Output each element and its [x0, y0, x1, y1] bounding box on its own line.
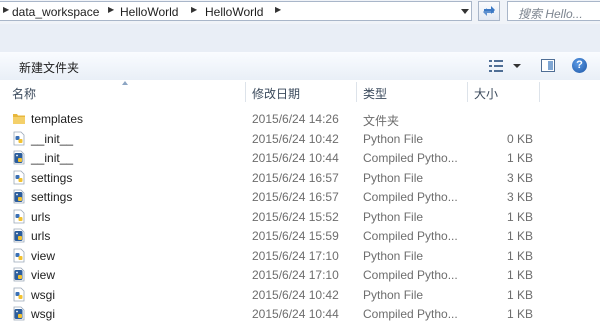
column-divider[interactable] — [245, 82, 246, 102]
file-size: 1 KB — [506, 248, 533, 263]
file-type: Python File — [363, 248, 424, 263]
breadcrumb-separator-icon[interactable]: ▶ — [275, 5, 281, 14]
compiled-python-icon — [12, 150, 26, 165]
file-row[interactable]: wsgi 2015/6/24 10:44 Compiled Pytho... 1 KB — [0, 304, 600, 323]
file-size: 1 KB — [506, 151, 533, 165]
column-header-type[interactable]: 类型 — [363, 85, 387, 102]
breadcrumb-item[interactable]: data_workspace — [12, 5, 99, 19]
file-name[interactable]: settings — [31, 171, 72, 185]
python-file-icon — [12, 131, 26, 146]
help-icon[interactable]: ? — [572, 58, 587, 73]
column-divider[interactable] — [356, 82, 357, 102]
file-type: Python File — [363, 209, 424, 224]
file-row[interactable]: settings 2015/6/24 16:57 Python File 3 KB — [0, 168, 600, 187]
column-header-date[interactable]: 修改日期 — [252, 85, 300, 102]
file-name[interactable]: __init__ — [31, 132, 73, 146]
file-date: 2015/6/24 14:26 — [252, 112, 339, 126]
file-size: 1 KB — [506, 268, 533, 282]
compiled-python-icon — [12, 228, 26, 243]
file-name[interactable]: urls — [31, 229, 50, 243]
file-name[interactable]: settings — [31, 190, 72, 204]
file-row[interactable]: urls 2015/6/24 15:59 Compiled Pytho... 1 KB — [0, 226, 600, 245]
file-row[interactable]: templates 2015/6/24 14:26 文件夹 — [0, 109, 600, 128]
python-file-icon — [12, 248, 26, 263]
file-type: Compiled Pytho... — [363, 151, 458, 165]
file-type: 文件夹 — [363, 114, 400, 128]
compiled-python-icon — [12, 306, 26, 321]
breadcrumb-item[interactable]: HelloWorld — [205, 5, 263, 19]
compiled-python-icon — [12, 267, 26, 282]
file-size: 0 KB — [506, 131, 533, 146]
file-type: Python File — [363, 287, 424, 302]
file-name[interactable]: urls — [31, 210, 50, 224]
file-name[interactable]: view — [31, 249, 55, 263]
python-file-icon — [12, 170, 26, 185]
file-date: 2015/6/24 17:10 — [252, 268, 339, 282]
file-date: 2015/6/24 15:52 — [252, 209, 339, 224]
file-date: 2015/6/24 10:42 — [252, 287, 339, 302]
column-divider[interactable] — [539, 82, 540, 102]
refresh-button[interactable] — [478, 1, 500, 21]
file-name[interactable]: view — [31, 268, 55, 282]
address-bar[interactable]: ▶ data_workspace ▶ HelloWorld ▶ HelloWor… — [0, 1, 472, 21]
refresh-icon — [483, 6, 495, 16]
file-type: Compiled Pytho... — [363, 229, 458, 243]
folder-icon — [12, 111, 26, 126]
address-history-chevron-down-icon[interactable] — [461, 9, 469, 14]
file-row[interactable]: view 2015/6/24 17:10 Python File 1 KB — [0, 246, 600, 265]
column-divider[interactable] — [467, 82, 468, 102]
address-bar-row: ▶ data_workspace ▶ HelloWorld ▶ HelloWor… — [0, 0, 600, 24]
file-type: Compiled Pytho... — [363, 268, 458, 282]
file-date: 2015/6/24 10:44 — [252, 307, 339, 321]
new-folder-button[interactable]: 新建文件夹 — [19, 59, 79, 76]
file-size: 1 KB — [506, 229, 533, 243]
search-placeholder: 搜索 Hello... — [518, 7, 583, 21]
column-header-name[interactable]: 名称 — [12, 85, 36, 102]
toolbar: 新建文件夹 ? — [0, 52, 600, 81]
file-date: 2015/6/24 15:59 — [252, 229, 339, 243]
file-name[interactable]: wsgi — [31, 288, 55, 302]
breadcrumb-separator-icon[interactable]: ▶ — [3, 5, 9, 14]
file-type: Compiled Pytho... — [363, 190, 458, 204]
file-name[interactable]: wsgi — [31, 307, 55, 321]
file-name[interactable]: __init__ — [31, 151, 73, 165]
file-row[interactable]: view 2015/6/24 17:10 Compiled Pytho... 1 KB — [0, 265, 600, 284]
file-size: 3 KB — [506, 190, 533, 204]
file-date: 2015/6/24 16:57 — [252, 190, 339, 204]
file-date: 2015/6/24 10:42 — [252, 131, 339, 146]
file-row[interactable]: __init__ 2015/6/24 10:44 Compiled Pytho...… — [0, 148, 600, 167]
file-size: 1 KB — [506, 287, 533, 302]
file-row[interactable]: urls 2015/6/24 15:52 Python File 1 KB — [0, 207, 600, 226]
file-date: 2015/6/24 10:44 — [252, 151, 339, 165]
file-size: 1 KB — [506, 209, 533, 224]
file-name[interactable]: templates — [31, 112, 83, 126]
file-type: Python File — [363, 131, 424, 146]
file-date: 2015/6/24 17:10 — [252, 248, 339, 263]
search-input[interactable]: 搜索 Hello... — [507, 1, 600, 21]
sort-arrow-icon — [122, 81, 128, 85]
breadcrumb-separator-icon[interactable]: ▶ — [191, 5, 197, 14]
views-chevron-down-icon[interactable] — [513, 64, 521, 68]
breadcrumb-separator-icon[interactable]: ▶ — [108, 5, 114, 14]
views-icon[interactable] — [489, 60, 503, 72]
file-row[interactable]: wsgi 2015/6/24 10:42 Python File 1 KB — [0, 285, 600, 304]
column-header-row: 名称 修改日期 类型 大小 — [0, 80, 600, 104]
python-file-icon — [12, 287, 26, 302]
preview-pane-icon[interactable] — [541, 59, 555, 72]
compiled-python-icon — [12, 189, 26, 204]
file-size: 3 KB — [506, 170, 533, 185]
file-type: Compiled Pytho... — [363, 307, 458, 321]
menu-band — [0, 24, 600, 53]
file-date: 2015/6/24 16:57 — [252, 170, 339, 185]
breadcrumb-item[interactable]: HelloWorld — [120, 5, 178, 19]
column-header-size[interactable]: 大小 — [474, 85, 498, 102]
python-file-icon — [12, 209, 26, 224]
file-row[interactable]: settings 2015/6/24 16:57 Compiled Pytho...… — [0, 187, 600, 206]
file-row[interactable]: __init__ 2015/6/24 10:42 Python File 0 KB — [0, 129, 600, 148]
file-type: Python File — [363, 170, 424, 185]
file-size: 1 KB — [506, 307, 533, 321]
